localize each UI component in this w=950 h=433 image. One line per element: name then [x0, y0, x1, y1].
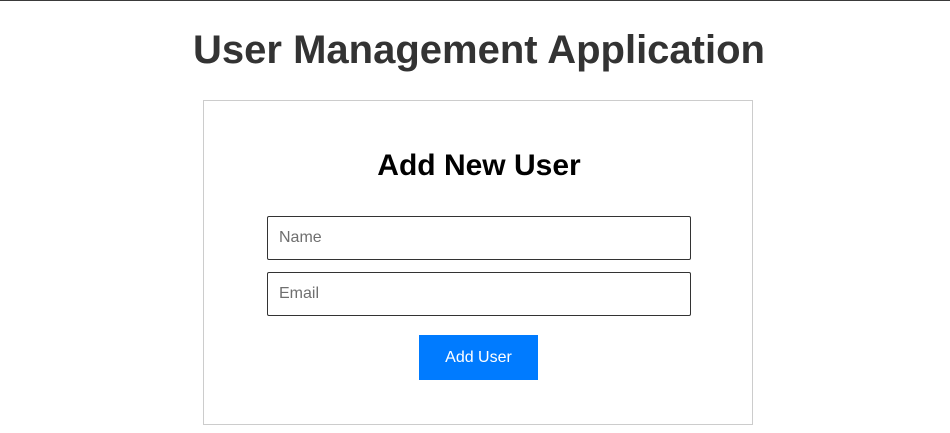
add-user-button[interactable]: Add User: [419, 335, 538, 380]
top-divider: [0, 0, 950, 1]
form-title: Add New User: [377, 149, 581, 182]
page-title: User Management Application: [193, 28, 765, 72]
email-input[interactable]: [267, 272, 691, 316]
name-input[interactable]: [267, 216, 691, 260]
